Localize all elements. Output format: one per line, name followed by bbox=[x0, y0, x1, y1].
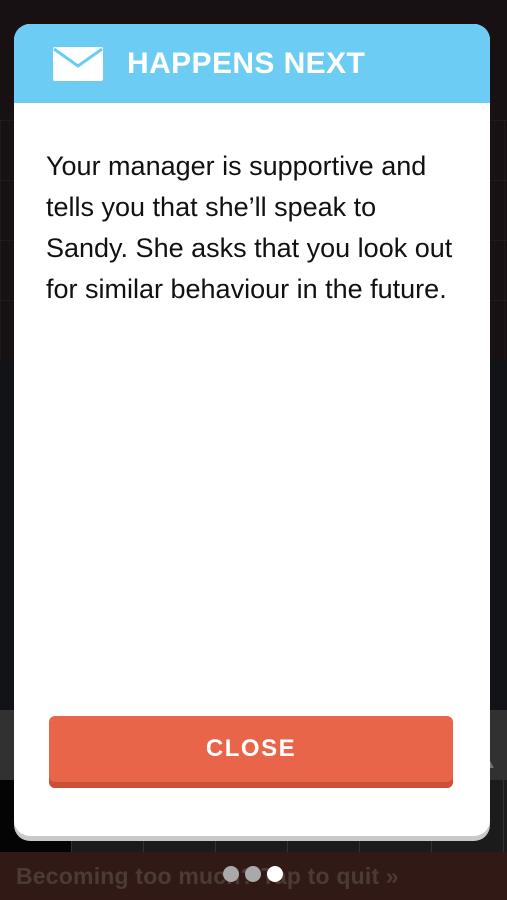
happens-next-modal: HAPPENS NEXT Your manager is supportive … bbox=[14, 24, 490, 836]
pagination-dots bbox=[223, 866, 283, 882]
modal-title: HAPPENS NEXT bbox=[127, 46, 366, 80]
modal-body-text: Your manager is supportive and tells you… bbox=[46, 151, 453, 304]
close-button[interactable]: CLOSE bbox=[49, 716, 453, 788]
modal-header: HAPPENS NEXT bbox=[14, 24, 490, 103]
envelope-icon bbox=[53, 46, 103, 81]
page-dot[interactable] bbox=[223, 866, 239, 882]
page-dot[interactable] bbox=[245, 866, 261, 882]
page-dot[interactable] bbox=[267, 866, 283, 882]
app-screen: ▲ Becoming too much? Tap to quit » HAPPE… bbox=[0, 0, 507, 900]
